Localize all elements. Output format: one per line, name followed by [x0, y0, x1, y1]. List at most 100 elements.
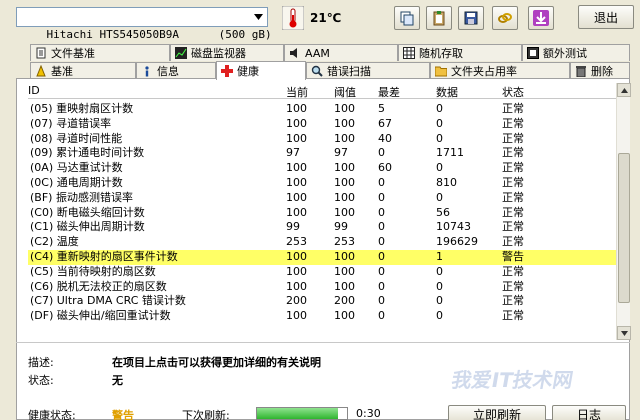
- current-value: 100: [286, 190, 307, 204]
- exit-button[interactable]: 退出: [578, 5, 634, 29]
- link-button[interactable]: [492, 6, 518, 30]
- tab-label: 基准: [51, 65, 73, 78]
- column-header-current[interactable]: 当前: [286, 84, 308, 100]
- raw-data: 1: [436, 249, 443, 263]
- watermark-text: 我爱IT技术网: [449, 368, 575, 392]
- tab-disk-monitor[interactable]: 磁盘监视器: [170, 44, 284, 61]
- column-header-id[interactable]: ID: [28, 84, 40, 97]
- tab-label: AAM: [305, 46, 330, 60]
- column-header-status[interactable]: 状态: [502, 84, 524, 100]
- tab-benchmark[interactable]: 基准: [30, 62, 136, 79]
- tab-label: 错误扫描: [327, 65, 371, 78]
- table-row[interactable]: (C1) 磁头伸出周期计数 99 99 0 10743 正常: [28, 220, 616, 235]
- attribute-id: (08) 寻道时间性能: [30, 131, 123, 145]
- attribute-id: (07) 寻道错误率: [30, 116, 112, 130]
- worst-value: 0: [378, 220, 385, 234]
- drive-select[interactable]: Hitachi HTS545050B9A (500 gB): [16, 7, 272, 41]
- current-value: 97: [286, 146, 300, 160]
- raw-data: 56: [436, 205, 450, 219]
- raw-data: 0: [436, 116, 443, 130]
- tab-random-access[interactable]: 随机存取: [398, 44, 522, 61]
- refresh-now-button[interactable]: 立即刷新: [448, 405, 546, 420]
- table-row[interactable]: (0C) 通电周期计数 100 100 0 810 正常: [28, 176, 616, 191]
- tab-health[interactable]: 健康: [216, 61, 306, 80]
- clipboard-icon: [433, 11, 445, 26]
- raw-data: 0: [436, 309, 443, 323]
- table-row-warning[interactable]: (C4) 重新映射的扇区事件计数 100 100 0 1 警告: [28, 249, 616, 265]
- save-button[interactable]: [458, 6, 484, 30]
- raw-data: 0: [436, 190, 443, 204]
- table-row[interactable]: (C2) 温度 253 253 0 196629 正常: [28, 235, 616, 250]
- next-refresh-label: 下次刷新:: [182, 409, 230, 420]
- tab-error-scan[interactable]: 错误扫描: [306, 62, 430, 79]
- table-row[interactable]: (0A) 马达重试计数 100 100 60 0 正常: [28, 161, 616, 176]
- worst-value: 40: [378, 131, 392, 145]
- log-button[interactable]: 日志: [552, 405, 626, 420]
- benchmark-icon: [36, 65, 46, 77]
- threshold-value: 100: [334, 279, 355, 293]
- attribute-id: (C5) 当前待映射的扇区数: [30, 264, 156, 278]
- file-icon: [36, 47, 46, 59]
- current-value: 99: [286, 220, 300, 234]
- worst-value: 0: [378, 309, 385, 323]
- threshold-value: 100: [334, 249, 355, 263]
- table-row[interactable]: (05) 重映射扇区计数 100 100 5 0 正常: [28, 102, 616, 117]
- refresh-progress-fill: [257, 408, 338, 419]
- worst-value: 0: [378, 146, 385, 160]
- tab-label: 文件夹占用率: [451, 65, 517, 78]
- tab-file-benchmark[interactable]: 文件基准: [30, 44, 170, 61]
- table-row[interactable]: (07) 寻道错误率 100 100 67 0 正常: [28, 117, 616, 132]
- copy-button[interactable]: [394, 6, 420, 30]
- current-value: 200: [286, 294, 307, 308]
- table-row[interactable]: (BF) 振动感测错误率 100 100 0 0 正常: [28, 191, 616, 206]
- tab-extra-tests[interactable]: 额外测试: [522, 44, 630, 61]
- tab-label: 额外测试: [543, 47, 587, 60]
- table-row[interactable]: (C6) 脱机无法校正的扇区数 100 100 0 0 正常: [28, 280, 616, 295]
- scrollbar-thumb[interactable]: [618, 153, 630, 303]
- table-row[interactable]: (C5) 当前待映射的扇区数 100 100 0 0 正常: [28, 265, 616, 280]
- raw-data: 0: [436, 131, 443, 145]
- current-value: 100: [286, 249, 307, 263]
- status-value: 正常: [502, 190, 524, 204]
- threshold-value: 100: [334, 175, 355, 189]
- description-text: 在项目上点击可以获得更加详细的有关说明: [112, 356, 321, 369]
- worst-value: 0: [378, 294, 385, 308]
- raw-data: 0: [436, 161, 443, 175]
- current-value: 100: [286, 131, 307, 145]
- current-value: 100: [286, 279, 307, 293]
- status-value: 正常: [502, 146, 524, 160]
- status-value: 警告: [502, 249, 524, 263]
- tab-delete[interactable]: 删除: [570, 62, 630, 79]
- download-icon: [533, 10, 549, 26]
- column-header-threshold[interactable]: 阈值: [334, 84, 356, 100]
- health-cross-icon: [221, 65, 233, 77]
- table-row[interactable]: (08) 寻道时间性能 100 100 40 0 正常: [28, 132, 616, 147]
- status-value: 正常: [502, 279, 524, 293]
- vertical-scrollbar[interactable]: [616, 83, 631, 340]
- current-value: 100: [286, 309, 307, 323]
- refresh-progress-bar: [256, 407, 348, 420]
- current-value: 100: [286, 161, 307, 175]
- scroll-up-button[interactable]: [617, 83, 631, 97]
- column-header-data[interactable]: 数据: [436, 84, 458, 100]
- table-row[interactable]: (09) 累计通电时间计数 97 97 0 1711 正常: [28, 146, 616, 161]
- tab-label: 健康: [237, 65, 259, 78]
- threshold-value: 253: [334, 235, 355, 249]
- description-divider: [16, 342, 630, 343]
- column-header-worst[interactable]: 最差: [378, 84, 400, 100]
- clipboard-button[interactable]: [426, 6, 452, 30]
- download-button[interactable]: [528, 6, 554, 30]
- table-row[interactable]: (C0) 断电磁头缩回计数 100 100 0 56 正常: [28, 206, 616, 221]
- tab-folder-usage[interactable]: 文件夹占用率: [430, 62, 570, 79]
- current-value: 100: [286, 205, 307, 219]
- chevron-down-icon[interactable]: [250, 9, 266, 25]
- attribute-id: (0A) 马达重试计数: [30, 161, 123, 175]
- table-row[interactable]: (C7) Ultra DMA CRC 错误计数 200 200 0 0 正常: [28, 294, 616, 309]
- drive-select-value: Hitachi HTS545050B9A (500 gB): [46, 28, 272, 41]
- threshold-value: 200: [334, 294, 355, 308]
- worst-value: 0: [378, 279, 385, 293]
- tab-info[interactable]: 信息: [136, 62, 216, 79]
- tab-aam[interactable]: AAM: [284, 44, 398, 61]
- scroll-down-button[interactable]: [617, 326, 631, 340]
- table-row[interactable]: (DF) 磁头伸出/缩回重试计数 100 100 0 0 正常: [28, 309, 616, 324]
